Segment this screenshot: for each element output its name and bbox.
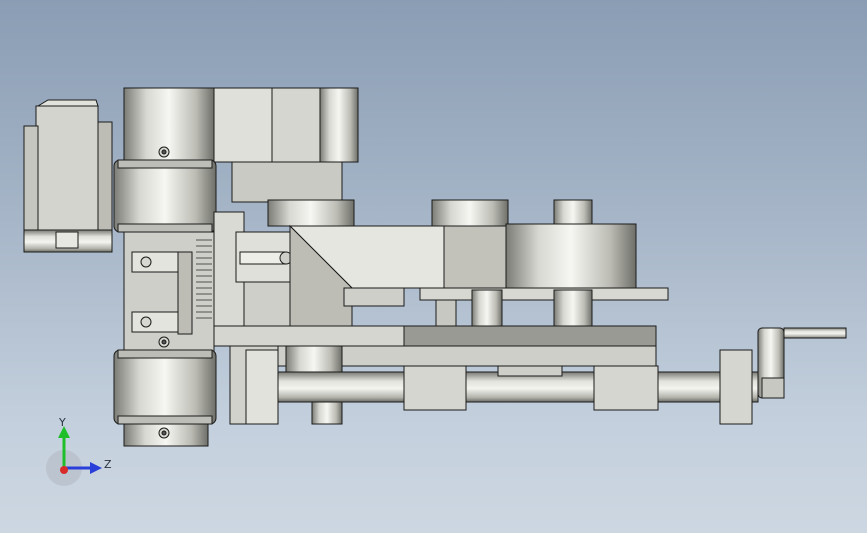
hand-crank[interactable] — [757, 327, 847, 399]
model-canvas[interactable]: Y Z — [0, 0, 867, 533]
lower-roller[interactable] — [113, 336, 217, 447]
motor-gearbox[interactable] — [23, 99, 113, 253]
z-axis-arrowhead — [90, 462, 102, 474]
y-axis-label: Y — [58, 416, 66, 429]
roller-frame — [123, 231, 215, 355]
x-axis-dot — [60, 466, 68, 474]
cad-viewport[interactable]: Y Z — [0, 0, 867, 533]
view-triad[interactable]: Y Z — [46, 416, 112, 486]
z-axis-label: Z — [104, 458, 112, 471]
guide-plate — [419, 287, 669, 327]
base-plate — [213, 325, 657, 367]
